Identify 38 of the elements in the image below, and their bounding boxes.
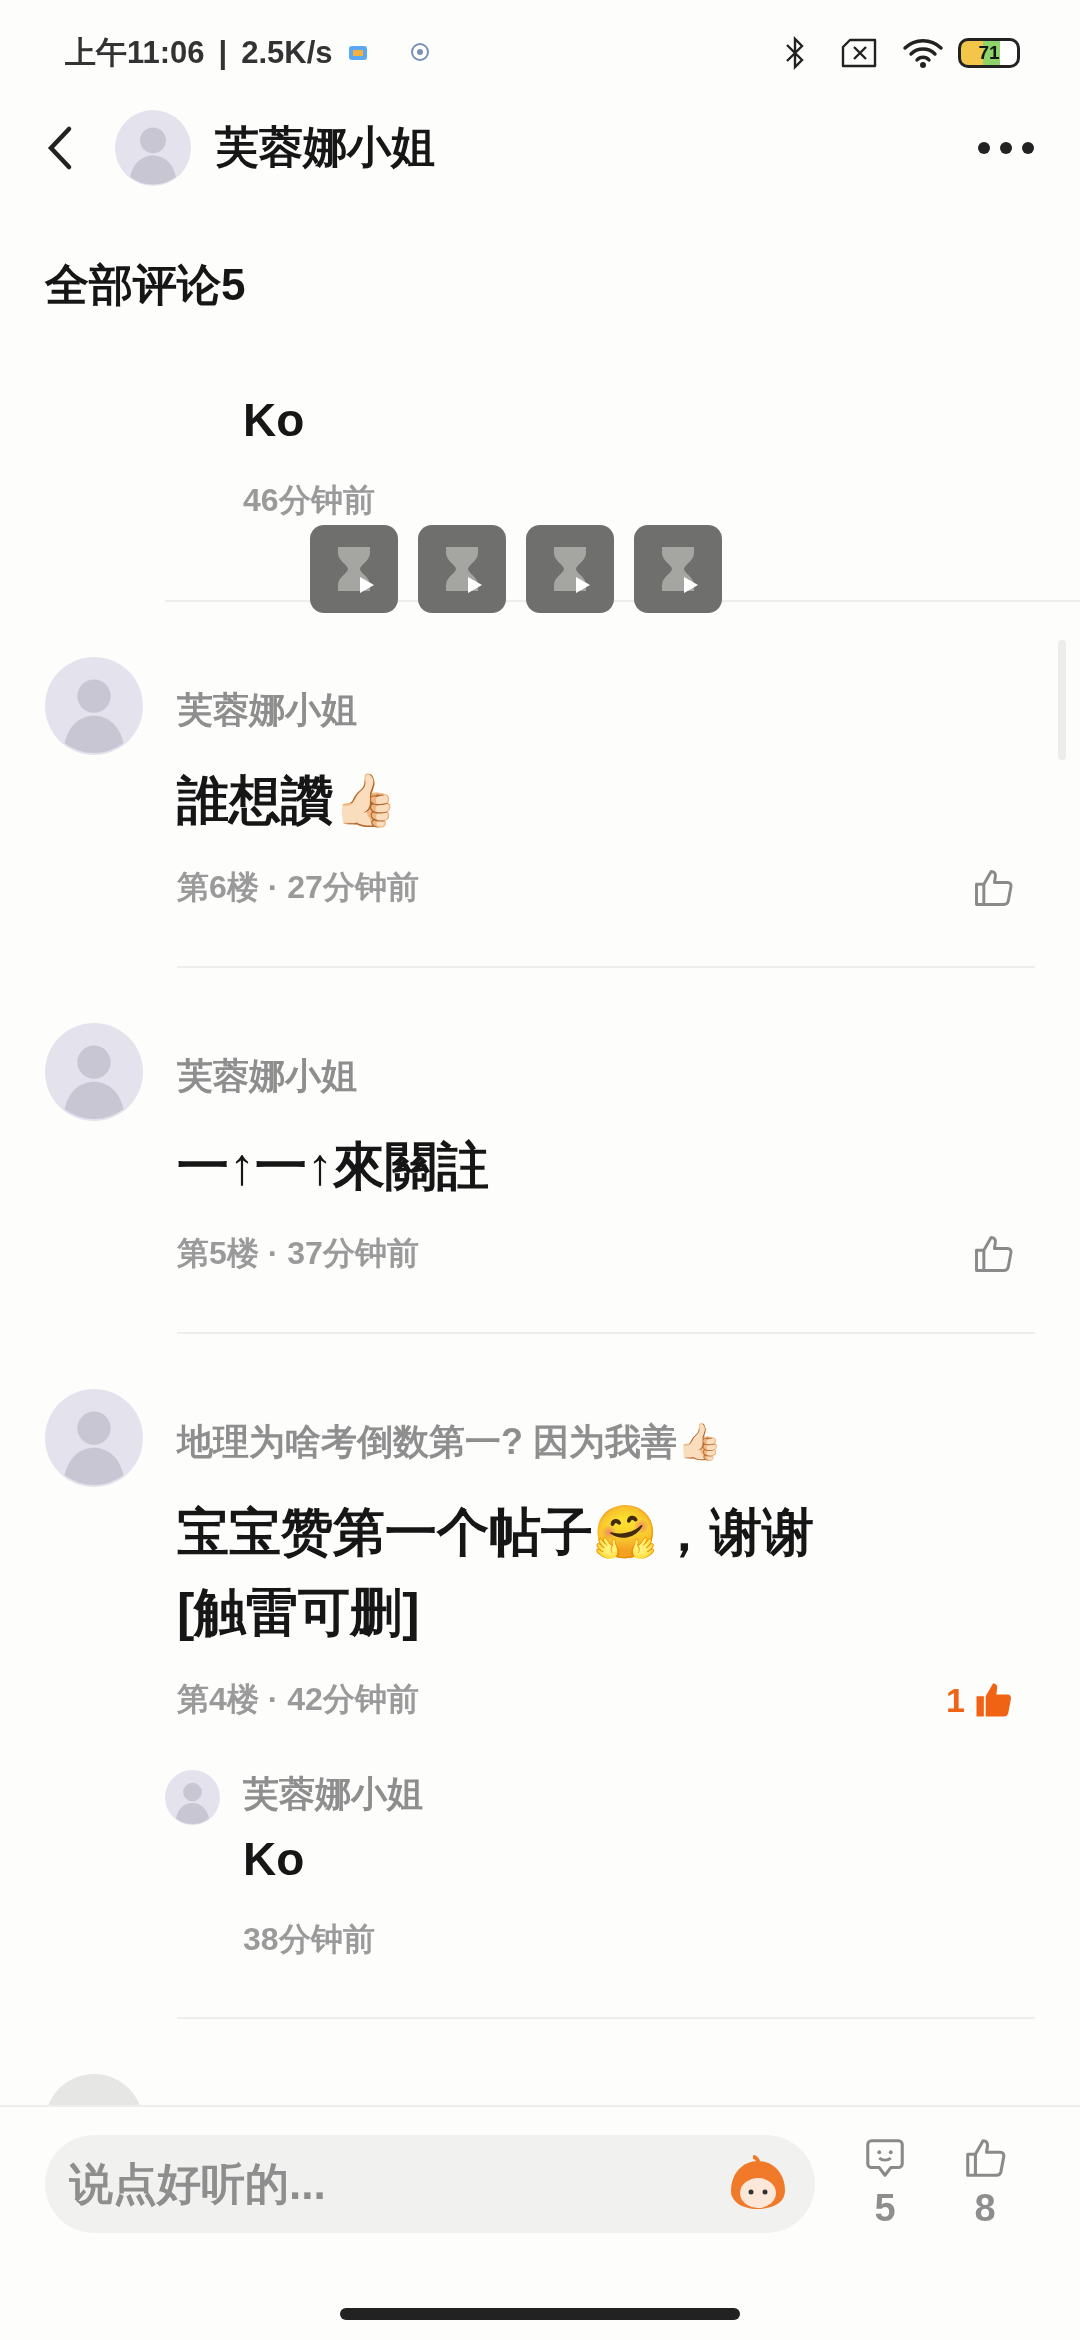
wifi-icon — [902, 36, 944, 69]
comment-count: 5 — [874, 2187, 896, 2230]
user-name[interactable]: 芙蓉娜小姐 — [215, 118, 977, 177]
commenter-name[interactable]: 芙蓉娜小姐 — [243, 1768, 423, 1820]
camera-icon — [408, 41, 431, 64]
avatar[interactable] — [45, 1389, 143, 1487]
hourglass-icon — [418, 525, 506, 613]
comment-text: 誰想讚👍🏻 — [177, 770, 399, 831]
comment-meta: 第5楼 · 37分钟前 — [177, 1234, 420, 1273]
commenter-name[interactable]: 芙蓉娜小姐 — [177, 1050, 357, 1102]
avatar[interactable] — [45, 657, 143, 755]
battery-icon: 71 — [958, 37, 1020, 68]
more-icon[interactable] — [977, 140, 1035, 155]
network-speed: 2.5K/s — [241, 34, 333, 71]
hourglass-icon — [310, 525, 398, 613]
hourglass-icon — [526, 525, 614, 613]
like-count: 1 — [946, 1680, 965, 1720]
hourglass-icon — [634, 525, 722, 613]
reply-text: Ko — [243, 393, 306, 448]
bluetooth-icon — [784, 35, 806, 70]
commenter-name[interactable]: 芙蓉娜小姐 — [177, 684, 357, 736]
avatar[interactable] — [115, 109, 191, 186]
comment-text: 一↑一↑來關註 — [177, 1136, 490, 1197]
avatar[interactable] — [45, 1023, 143, 1121]
sim-off-icon — [840, 37, 878, 68]
separator: | — [218, 34, 228, 71]
reply-time: 46分钟前 — [243, 481, 375, 520]
like-count: 8 — [974, 2187, 996, 2230]
comment-meta: 第6楼 · 27分钟前 — [177, 868, 420, 907]
commenter-name[interactable]: 地理为啥考倒数第一? 因为我善👍🏻 — [177, 1416, 722, 1468]
section-title: 全部评论5 — [44, 258, 247, 311]
reply-time: 38分钟前 — [243, 1920, 375, 1959]
reply-text: Ko — [243, 1832, 306, 1887]
comment-text: 宝宝赞第一个帖子🤗，谢谢 [触雷可删] — [177, 1502, 815, 1643]
comment-meta: 第4楼 · 42分钟前 — [177, 1680, 420, 1719]
avatar[interactable] — [165, 1770, 220, 1825]
comment-input[interactable]: 说点好听的... — [45, 2135, 815, 2233]
status-time: 上午11:06 — [65, 33, 205, 72]
